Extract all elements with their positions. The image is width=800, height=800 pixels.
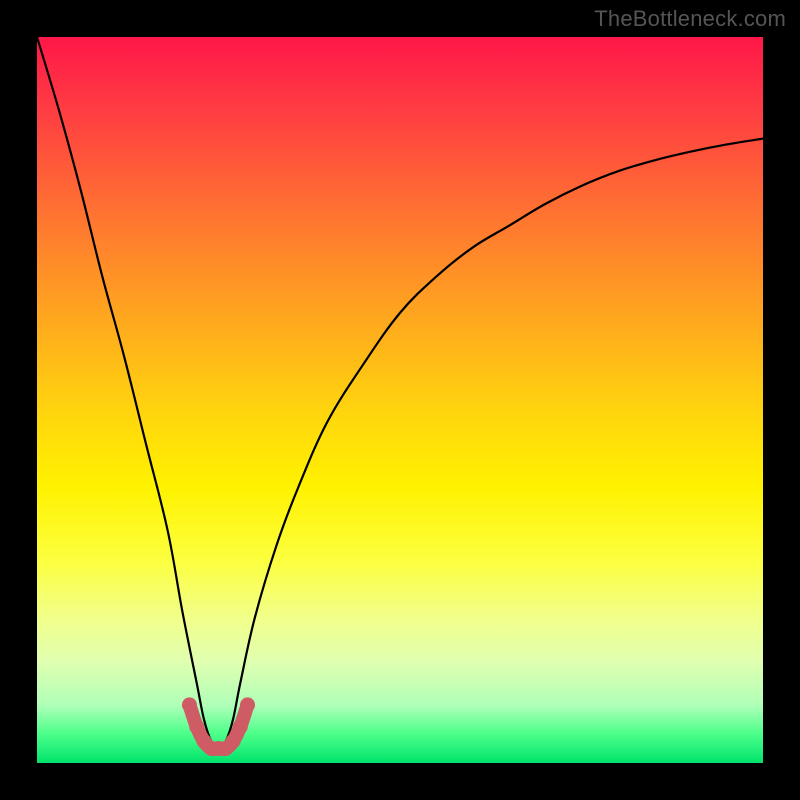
watermark-text: TheBottleneck.com [594, 6, 786, 32]
highlight-dot [182, 697, 197, 712]
bottleneck-curve [37, 37, 763, 748]
minimum-highlight-dots [182, 697, 255, 756]
highlight-dot [226, 734, 241, 749]
highlight-dot [233, 719, 248, 734]
highlight-dot [189, 719, 204, 734]
highlight-dot [240, 697, 255, 712]
chart-svg [37, 37, 763, 763]
chart-area [37, 37, 763, 763]
